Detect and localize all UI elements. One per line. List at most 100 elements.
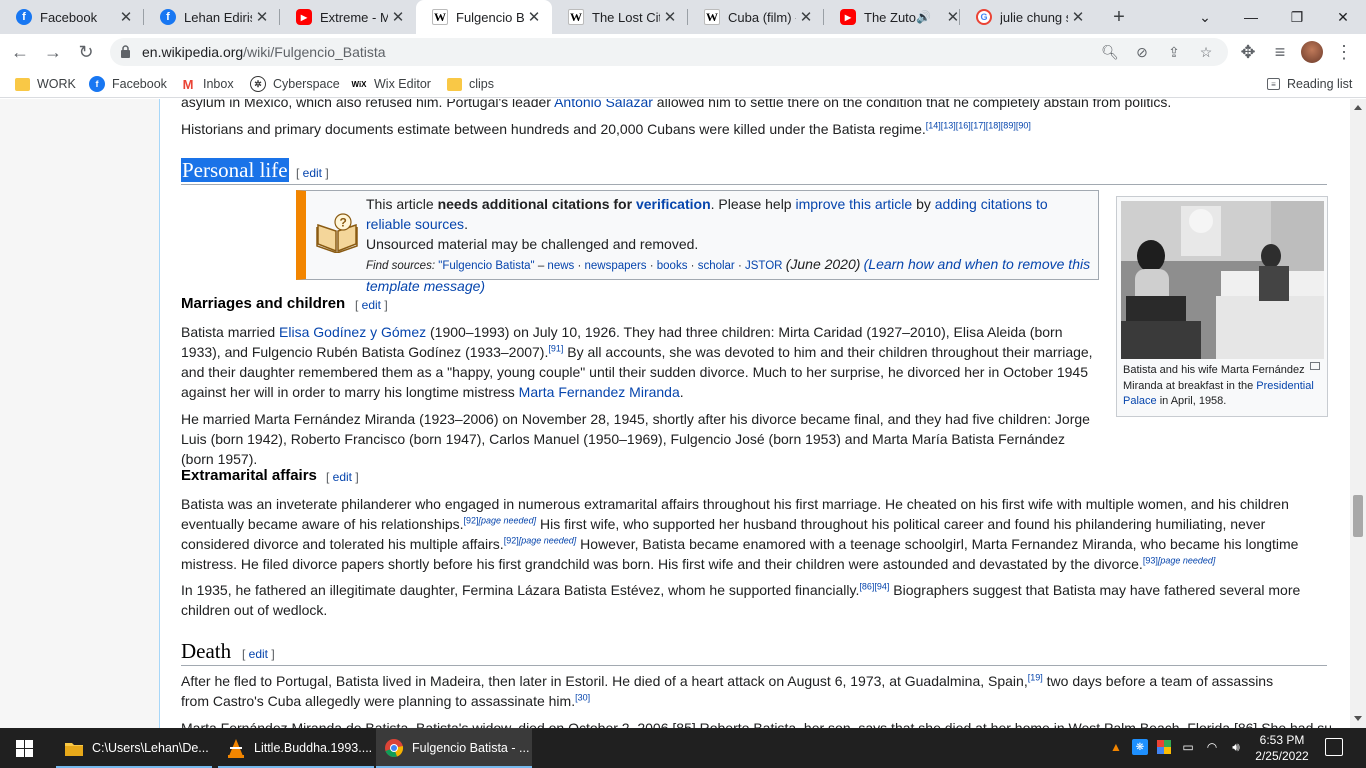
tab-facebook[interactable]: f Facebook ✕: [0, 0, 144, 34]
battery-icon[interactable]: ▭: [1180, 739, 1196, 755]
close-icon[interactable]: ✕: [252, 7, 272, 27]
books-link[interactable]: books: [657, 260, 688, 272]
scroll-down-arrow[interactable]: [1354, 716, 1362, 721]
extensions-icon[interactable]: ✥: [1236, 40, 1260, 64]
bookmark-work[interactable]: WORK: [15, 75, 76, 93]
verification-link[interactable]: verification: [636, 196, 711, 212]
gmail-icon: M: [182, 76, 194, 92]
tab-julie-chung[interactable]: G julie chung sv ✕: [960, 0, 1096, 34]
tab-lost-city[interactable]: W The Lost City ✕: [552, 0, 688, 34]
edit-extramarital[interactable]: [ edit ]: [326, 470, 359, 484]
bookmark-facebook[interactable]: f Facebook: [89, 75, 167, 93]
vlc-tray-icon[interactable]: ▲: [1108, 739, 1124, 755]
edit-marriages[interactable]: [ edit ]: [355, 298, 388, 312]
folder-icon: [15, 77, 30, 91]
profile-avatar[interactable]: [1301, 41, 1323, 63]
cyberspace-icon: ✲: [250, 76, 266, 92]
bookmark-clips[interactable]: clips: [447, 75, 494, 93]
wifi-icon[interactable]: ◠: [1204, 739, 1220, 755]
tab-title: Fulgencio Bat: [456, 9, 524, 25]
citation[interactable]: [14][13][16][17][18][89][90]: [926, 120, 1031, 130]
citation[interactable]: [19]: [1028, 672, 1043, 682]
close-icon[interactable]: ✕: [660, 7, 680, 27]
windows-taskbar: C:\Users\Lehan\De... Little.Buddha.1993.…: [0, 728, 1366, 768]
marriages-paragraph-2: He married Marta Fernández Miranda (1923…: [181, 411, 1090, 467]
edit-death[interactable]: [ edit ]: [242, 647, 275, 661]
source-query-link[interactable]: "Fulgencio Batista": [438, 260, 534, 272]
new-tab-button[interactable]: +: [1108, 6, 1130, 28]
tab-title: Lehan Edirisin: [184, 9, 252, 25]
minimize-button[interactable]: —: [1228, 0, 1274, 34]
network-app-tray-icon[interactable]: ❋: [1132, 739, 1148, 755]
zoom-icon[interactable]: 🔍︎: [1100, 42, 1120, 62]
tab-cuba-film[interactable]: W Cuba (film) - ✕: [688, 0, 824, 34]
tab-title: Facebook: [40, 9, 98, 25]
citation[interactable]: [91]: [548, 343, 563, 353]
photo-thumbnail: Batista and his wife Marta Fernández Mir…: [1116, 196, 1328, 417]
media-control-icon[interactable]: ≡: [1268, 40, 1292, 64]
tab-lehan[interactable]: f Lehan Edirisin ✕: [144, 0, 280, 34]
taskbar-file-explorer[interactable]: C:\Users\Lehan\De...: [56, 728, 212, 768]
heading-rule: [181, 184, 1327, 185]
menu-icon[interactable]: ⋮: [1332, 40, 1356, 64]
edit-personal-life[interactable]: [ edit ]: [296, 166, 329, 180]
colored-tray-icon[interactable]: [1156, 739, 1172, 755]
historians-text: Historians and primary documents estimat…: [181, 121, 926, 137]
bookmark-cyberspace[interactable]: ✲ Cyberspace: [250, 75, 340, 93]
extramarital-paragraph-2: In 1935, he fathered an illegitimate dau…: [181, 581, 1301, 618]
close-icon[interactable]: ✕: [1068, 7, 1088, 27]
citation[interactable]: [30]: [575, 692, 590, 702]
close-icon[interactable]: ✕: [796, 7, 816, 27]
bookmark-star-icon[interactable]: ☆: [1196, 42, 1216, 62]
scrollbar-thumb[interactable]: [1353, 495, 1363, 537]
bookmarks-bar: WORK f Facebook M Inbox ✲ Cyberspace WiX Wix…: [0, 70, 1366, 98]
close-icon[interactable]: ✕: [524, 7, 544, 27]
close-icon[interactable]: ✕: [116, 7, 136, 27]
newspapers-link[interactable]: newspapers: [585, 260, 647, 272]
bookmark-inbox[interactable]: M Inbox: [180, 75, 234, 93]
elisa-godinez-link[interactable]: Elisa Godínez y Gómez: [279, 324, 426, 340]
news-link[interactable]: news: [547, 260, 574, 272]
heading-extramarital: Extramarital affairs: [181, 467, 317, 484]
system-clock[interactable]: 6:53 PM 2/25/2022: [1250, 732, 1314, 764]
share-icon[interactable]: ⇪: [1164, 42, 1184, 62]
reload-button[interactable]: ↻: [74, 40, 98, 64]
start-button[interactable]: [0, 728, 48, 768]
bookmark-label: Inbox: [203, 77, 234, 91]
volume-icon[interactable]: 🔊︎: [1228, 739, 1244, 755]
taskbar-vlc[interactable]: Little.Buddha.1993....: [218, 728, 374, 768]
reading-list-button[interactable]: ≡ Reading list: [1267, 75, 1352, 93]
close-icon[interactable]: ✕: [388, 7, 408, 27]
tab-search-button[interactable]: ⌄: [1182, 0, 1228, 34]
marta-fernandez-link[interactable]: Marta Fernandez Miranda: [519, 384, 680, 400]
tracking-blocked-icon[interactable]: ⊘: [1132, 42, 1152, 62]
citation[interactable]: [93]: [1143, 555, 1158, 565]
jstor-link[interactable]: JSTOR: [745, 260, 783, 272]
salazar-link[interactable]: Antonio Salazar: [554, 99, 653, 110]
scholar-link[interactable]: scholar: [698, 260, 735, 272]
death-paragraph-1: After he fled to Portugal, Batista lived…: [181, 672, 1274, 709]
improve-article-link[interactable]: improve this article: [795, 196, 912, 212]
scroll-up-arrow[interactable]: [1354, 105, 1362, 110]
heading-rule: [181, 665, 1327, 666]
tab-fulgencio[interactable]: W Fulgencio Bat ✕: [416, 0, 552, 34]
svg-text:?: ?: [340, 216, 347, 230]
citation[interactable]: [92]: [464, 515, 479, 525]
window-close-button[interactable]: ✕: [1320, 0, 1366, 34]
speaker-icon[interactable]: 🔊: [916, 10, 931, 24]
bookmark-wix[interactable]: WiX Wix Editor: [351, 75, 430, 93]
forward-button[interactable]: →: [41, 40, 65, 64]
citation[interactable]: [86][94]: [859, 581, 889, 591]
article-body: asylum in Mexico, which also refused him…: [159, 99, 1350, 728]
citation[interactable]: [92]: [504, 535, 519, 545]
address-bar[interactable]: en.wikipedia.org/wiki/Fulgencio_Batista …: [110, 38, 1228, 66]
back-button[interactable]: ←: [8, 40, 32, 64]
restore-button[interactable]: ❐: [1274, 0, 1320, 34]
clock-date: 2/25/2022: [1255, 749, 1309, 763]
batista-breakfast-photo[interactable]: [1121, 201, 1324, 359]
page-scrollbar[interactable]: [1350, 99, 1366, 728]
taskbar-chrome[interactable]: Fulgencio Batista - ...: [376, 728, 532, 768]
notification-center-icon[interactable]: [1325, 738, 1343, 756]
tab-zuto[interactable]: ▶ The Zuto 🔊 ✕: [824, 0, 960, 34]
tab-extreme[interactable]: ▶ Extreme - Mo ✕: [280, 0, 416, 34]
